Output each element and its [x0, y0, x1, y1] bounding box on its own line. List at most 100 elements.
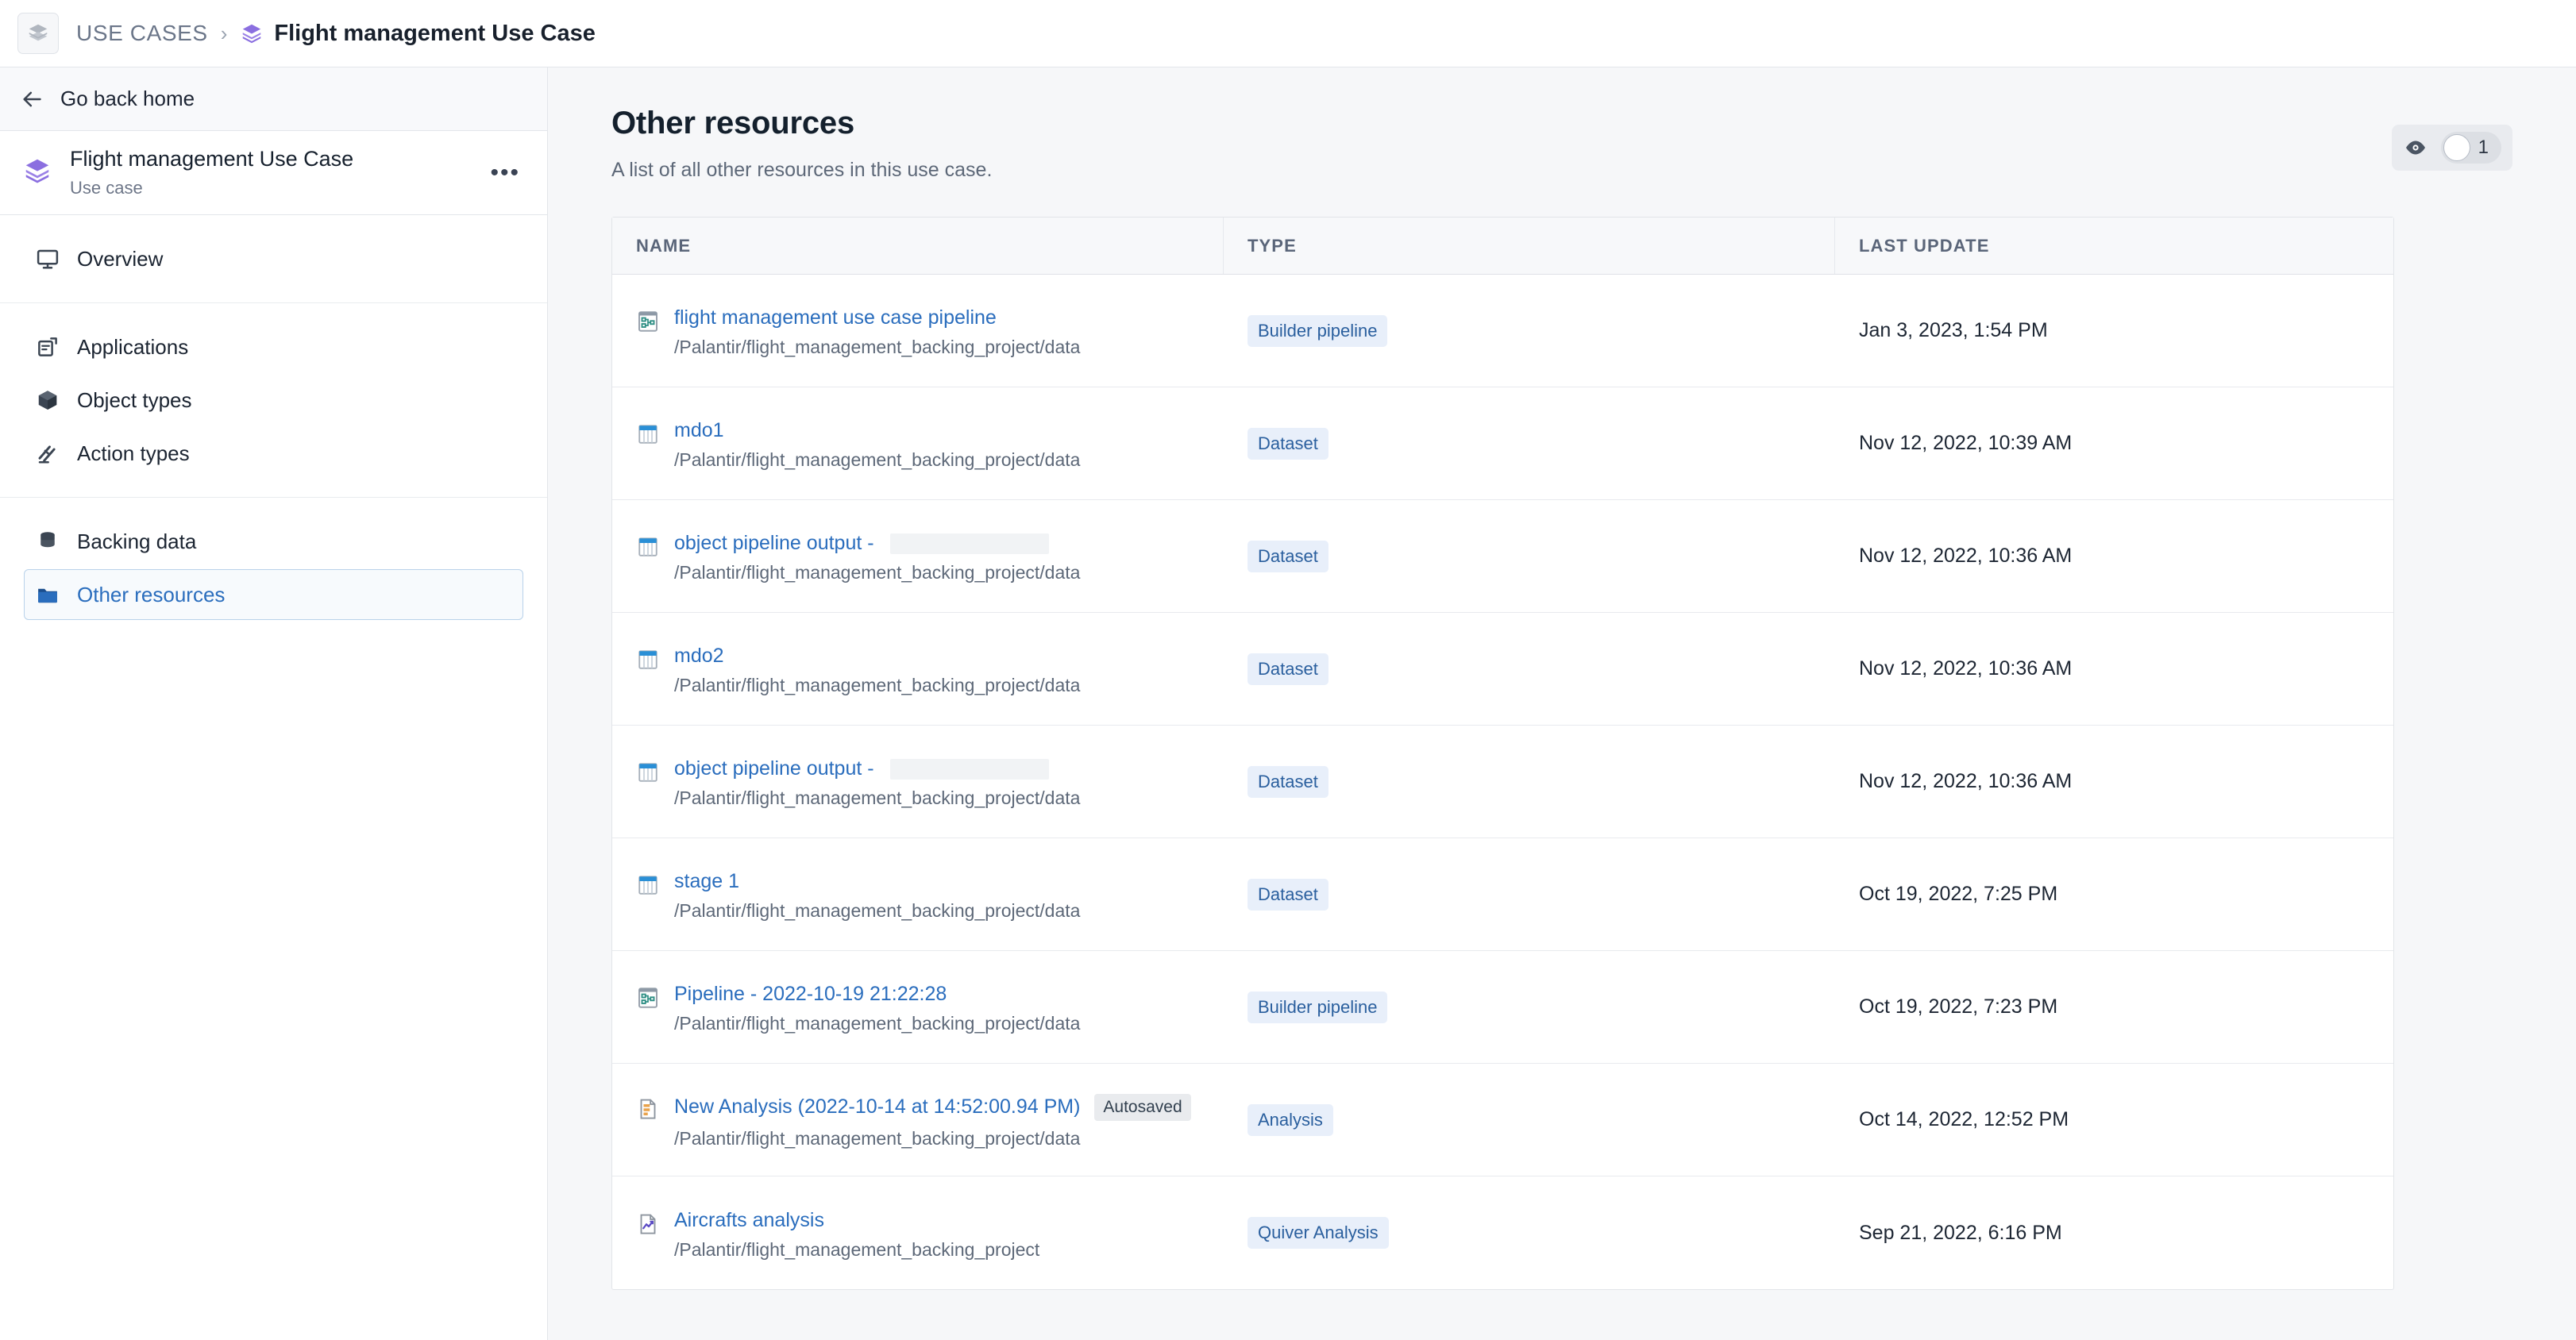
- resource-texts: object pipeline output - /Palantir/flight…: [674, 532, 1080, 583]
- dataset-icon: [636, 873, 660, 897]
- resource: flight management use case pipeline/Pala…: [636, 303, 1080, 358]
- resource-title-line: object pipeline output -: [674, 532, 1080, 555]
- resource-name-link[interactable]: flight management use case pipeline: [674, 306, 997, 329]
- resource-path: /Palantir/flight_management_backing_proj…: [674, 900, 1081, 921]
- resource-title-line: mdo2: [674, 645, 1080, 668]
- last-update-text: Oct 19, 2022, 7:25 PM: [1859, 883, 2058, 905]
- arrow-left-icon: [23, 91, 41, 106]
- cell-type: Analysis: [1224, 1064, 1835, 1176]
- sidebar-item-other-resources[interactable]: Other resources: [24, 569, 523, 620]
- layers-purple-icon: [22, 156, 52, 190]
- cell-name: Pipeline - 2022-10-19 21:22:28/Palantir/…: [612, 951, 1224, 1063]
- type-badge: Dataset: [1248, 540, 1328, 572]
- cell-name: object pipeline output - /Palantir/flight…: [612, 500, 1224, 612]
- breadcrumb-root[interactable]: USE CASES: [76, 21, 208, 46]
- resource-name-link[interactable]: Pipeline - 2022-10-19 21:22:28: [674, 983, 947, 1006]
- cell-name: stage 1/Palantir/flight_management_backi…: [612, 838, 1224, 950]
- table-row[interactable]: mdo2/Palantir/flight_management_backing_…: [612, 613, 2393, 726]
- resource-title-line: mdo1: [674, 419, 1080, 442]
- cell-last-update: Nov 12, 2022, 10:36 AM: [1835, 500, 2393, 612]
- resource-name-link[interactable]: stage 1: [674, 870, 739, 893]
- resource-name-link[interactable]: mdo1: [674, 419, 724, 442]
- resource: New Analysis (2022-10-14 at 14:52:00.94 …: [636, 1091, 1191, 1149]
- page-subtitle: A list of all other resources in this us…: [611, 159, 993, 181]
- cell-type: Dataset: [1224, 387, 1835, 499]
- table-row[interactable]: Pipeline - 2022-10-19 21:22:28/Palantir/…: [612, 951, 2393, 1064]
- resource-path: /Palantir/flight_management_backing_proj…: [674, 449, 1081, 470]
- sidebar-item-object-types[interactable]: Object types: [24, 375, 523, 425]
- sidebar-item-applications[interactable]: Applications: [24, 322, 523, 372]
- sidebar-item-action-types[interactable]: Action types: [24, 428, 523, 479]
- cell-last-update: Oct 14, 2022, 12:52 PM: [1835, 1064, 2393, 1176]
- eye-icon: [2405, 141, 2425, 155]
- cell-last-update: Oct 19, 2022, 7:23 PM: [1835, 951, 2393, 1063]
- table-row[interactable]: flight management use case pipeline/Pala…: [612, 275, 2393, 387]
- column-header-type[interactable]: TYPE: [1224, 218, 1835, 274]
- sidebar-item-label: Other resources: [77, 582, 226, 606]
- table-row[interactable]: stage 1/Palantir/flight_management_backi…: [612, 838, 2393, 951]
- table-body: flight management use case pipeline/Pala…: [612, 275, 2393, 1289]
- resource-title-line: stage 1: [674, 870, 1080, 893]
- use-case-subtitle: Use case: [70, 177, 143, 198]
- viewers-pill: 1: [2440, 132, 2501, 164]
- resource-title-line: Aircrafts analysis: [674, 1209, 1039, 1232]
- pipeline-icon: [636, 986, 660, 1010]
- go-back-home-button[interactable]: Go back home: [0, 67, 547, 131]
- resource-texts: New Analysis (2022-10-14 at 14:52:00.94 …: [674, 1093, 1191, 1149]
- desktop-icon: [37, 249, 59, 269]
- resource-name-link[interactable]: mdo2: [674, 645, 724, 668]
- table-row[interactable]: object pipeline output - /Palantir/flight…: [612, 726, 2393, 838]
- column-header-last-update[interactable]: LAST UPDATE: [1835, 218, 2393, 274]
- type-badge: Dataset: [1248, 653, 1328, 685]
- resource-title-line: New Analysis (2022-10-14 at 14:52:00.94 …: [674, 1093, 1191, 1121]
- type-badge: Quiver Analysis: [1248, 1217, 1389, 1249]
- resource-name-link[interactable]: New Analysis (2022-10-14 at 14:52:00.94 …: [674, 1095, 1080, 1119]
- dataset-icon: [636, 648, 660, 672]
- resource-path: /Palantir/flight_management_backing_proj…: [674, 1013, 1081, 1034]
- resource-texts: mdo2/Palantir/flight_management_backing_…: [674, 645, 1080, 696]
- resource-name-link[interactable]: object pipeline output -: [674, 757, 874, 780]
- resource-title-line: object pipeline output -: [674, 757, 1080, 780]
- sidebar-item-label: Overview: [77, 246, 164, 271]
- table-row[interactable]: mdo1/Palantir/flight_management_backing_…: [612, 387, 2393, 500]
- app-launcher-button[interactable]: [17, 13, 59, 54]
- cell-last-update: Nov 12, 2022, 10:36 AM: [1835, 726, 2393, 838]
- resource-texts: stage 1/Palantir/flight_management_backi…: [674, 870, 1080, 922]
- database-icon: [40, 532, 55, 548]
- layers-purple-icon: [243, 24, 261, 44]
- resource: Aircrafts analysis/Palantir/flight_manag…: [636, 1206, 1039, 1261]
- redacted-name-block: [889, 533, 1049, 554]
- sidebar-group-3: Backing data Other resources: [0, 497, 547, 638]
- applications-icon: [38, 337, 57, 356]
- go-back-home-label: Go back home: [60, 87, 195, 110]
- table-row[interactable]: object pipeline output - /Palantir/flight…: [612, 500, 2393, 613]
- folder-icon: [38, 588, 57, 603]
- sidebar-item-overview[interactable]: Overview: [24, 233, 523, 284]
- resource-texts: flight management use case pipeline/Pala…: [674, 306, 1080, 358]
- table-row[interactable]: Aircrafts analysis/Palantir/flight_manag…: [612, 1176, 2393, 1289]
- table-row[interactable]: New Analysis (2022-10-14 at 14:52:00.94 …: [612, 1064, 2393, 1176]
- redacted-name-block: [889, 758, 1049, 780]
- column-header-name[interactable]: NAME: [612, 218, 1224, 274]
- last-update-text: Sep 21, 2022, 6:16 PM: [1859, 1221, 2062, 1244]
- action-icon: [38, 445, 56, 464]
- cell-name: mdo2/Palantir/flight_management_backing_…: [612, 613, 1224, 725]
- use-case-more-menu-button[interactable]: •••: [484, 160, 526, 184]
- sidebar-item-label: Backing data: [77, 529, 197, 553]
- viewers-widget[interactable]: 1: [2391, 125, 2512, 171]
- app-shell: Go back home Flight management Use Case …: [0, 67, 2576, 1340]
- cell-name: New Analysis (2022-10-14 at 14:52:00.94 …: [612, 1064, 1224, 1176]
- avatar: [2443, 134, 2470, 161]
- dataset-icon: [636, 760, 660, 784]
- resource-name-link[interactable]: object pipeline output -: [674, 532, 874, 555]
- page-title: Other resources: [611, 106, 855, 141]
- use-case-header: Flight management Use Case Use case •••: [0, 131, 547, 215]
- top-bar: USE CASES › Flight management Use Case: [0, 0, 2576, 67]
- cell-name: Aircrafts analysis/Palantir/flight_manag…: [612, 1176, 1224, 1289]
- dataset-icon: [636, 422, 660, 446]
- resource-texts: object pipeline output - /Palantir/flight…: [674, 757, 1080, 809]
- layers-icon: [29, 24, 48, 41]
- resource-path: /Palantir/flight_management_backing_proj…: [674, 562, 1081, 583]
- sidebar-item-backing-data[interactable]: Backing data: [24, 516, 523, 567]
- resource-name-link[interactable]: Aircrafts analysis: [674, 1209, 824, 1232]
